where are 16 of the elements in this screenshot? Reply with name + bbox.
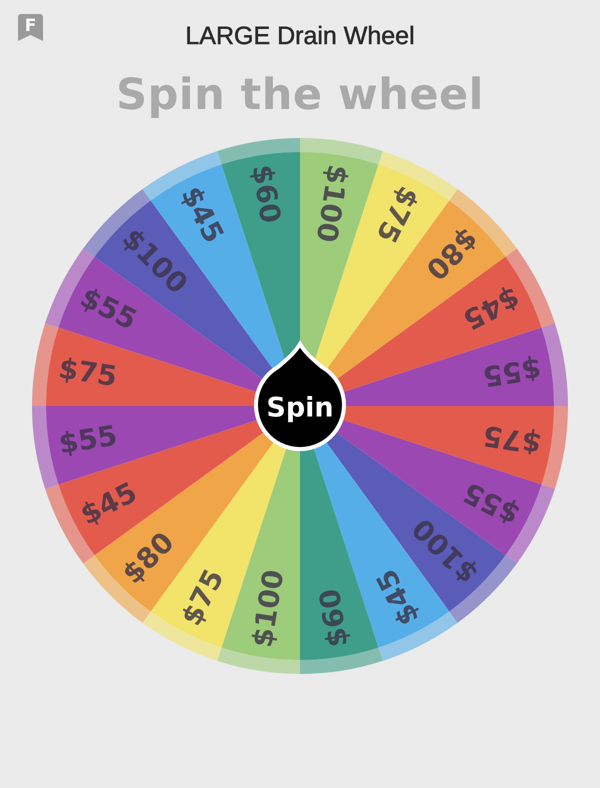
segment-label: $60 xyxy=(246,162,288,226)
bookmark-badge-icon: F xyxy=(18,14,43,41)
segment-label: $75 xyxy=(56,352,120,394)
segment-label: $55 xyxy=(56,418,120,460)
segment-label: $75 xyxy=(480,418,544,460)
spin-button[interactable]: Spin xyxy=(254,342,346,452)
segment-label: $75 xyxy=(174,564,230,631)
segment-label: $100 xyxy=(310,162,354,245)
segment-label: $100 xyxy=(246,567,290,650)
segment-label: $60 xyxy=(312,586,354,650)
page-title: LARGE Drain Wheel xyxy=(185,22,415,50)
segment-label: $75 xyxy=(370,181,426,248)
segment-label: $55 xyxy=(480,352,544,394)
wheel-heading: Spin the wheel xyxy=(116,70,484,120)
segment-label: $45 xyxy=(458,280,525,336)
segment-label: $45 xyxy=(75,476,142,532)
